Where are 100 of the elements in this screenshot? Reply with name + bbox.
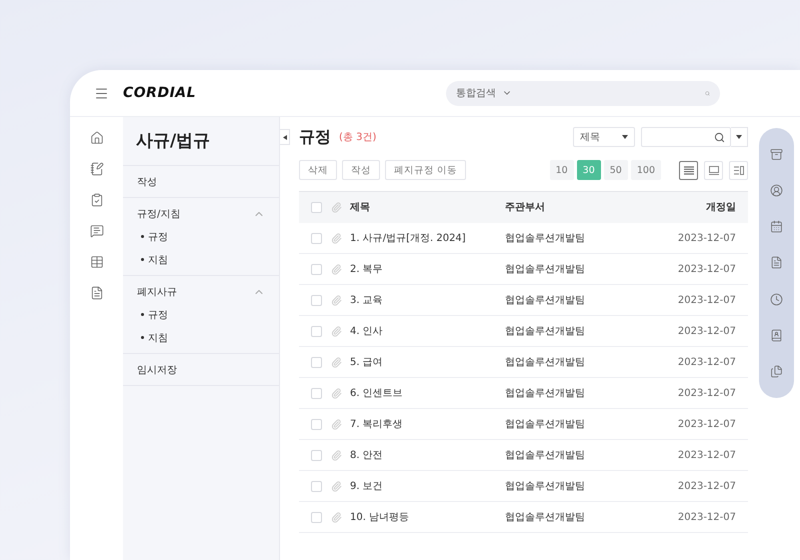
- checkbox[interactable]: [311, 450, 322, 460]
- document-icon[interactable]: [90, 286, 104, 300]
- checkbox[interactable]: [311, 326, 322, 336]
- column-header: 개정일: [705, 201, 736, 214]
- home-icon[interactable]: [90, 131, 104, 145]
- table-cell-text: 협업솔루션개발팀: [505, 418, 586, 431]
- title-cell[interactable]: 10. 남녀평등: [350, 510, 505, 524]
- table-cell-text: 협업솔루션개발팀: [505, 232, 586, 245]
- page-size-button[interactable]: 100: [630, 160, 661, 180]
- logo: CORDIAL: [123, 85, 196, 101]
- view-mode-button[interactable]: [679, 160, 698, 180]
- table-cell-text: 협업솔루션개발팀: [505, 387, 586, 400]
- title-cell[interactable]: 4. 인사: [350, 324, 505, 338]
- checkbox[interactable]: [311, 232, 322, 244]
- table-cell-text: 2023-12-07: [676, 450, 736, 460]
- sidebar-subitem[interactable]: 규정: [123, 225, 279, 248]
- table-cell-text: 2023-12-07: [676, 264, 736, 274]
- chat-icon[interactable]: [90, 224, 104, 238]
- paperclip-icon: [331, 388, 342, 398]
- title-cell[interactable]: 6. 인센트브: [350, 386, 505, 400]
- sidebar-item[interactable]: 규정/지침: [123, 202, 279, 225]
- user-circle-icon[interactable]: [770, 184, 783, 197]
- filter-select[interactable]: 제목: [573, 127, 635, 147]
- paperclip-icon: [331, 512, 342, 522]
- title-cell[interactable]: 5. 급여: [350, 355, 505, 369]
- search-field[interactable]: 통합검색: [446, 80, 720, 106]
- paperclip-icon: [331, 450, 342, 460]
- clipboard-check-icon[interactable]: [90, 193, 104, 207]
- search-icon: [714, 132, 725, 142]
- split-view-icon: [734, 166, 744, 174]
- page-title: 규정: [299, 126, 331, 148]
- title-cell[interactable]: 9. 보건: [350, 479, 505, 493]
- table-cell-text: 2023-12-07: [676, 480, 736, 492]
- title-cell[interactable]: 2. 복무: [350, 262, 505, 276]
- sidebar-subitem[interactable]: 지침: [123, 248, 279, 271]
- table-cell-text: 협업솔루션개발팀: [505, 263, 586, 276]
- table-cell-text: 협업솔루션개발팀: [505, 325, 586, 338]
- triangle-down-icon: [736, 135, 742, 139]
- table-cell-text: 2023-12-07: [676, 512, 736, 522]
- menu-button[interactable]: [94, 86, 109, 100]
- checkbox[interactable]: [311, 356, 322, 368]
- table-cell-text: 협업솔루션개발팀: [505, 480, 586, 493]
- triangle-left-icon: [282, 134, 286, 140]
- notebook-icon[interactable]: [90, 162, 104, 176]
- document-icon[interactable]: [770, 256, 783, 270]
- table-cell-text: 2023-12-07: [676, 418, 736, 430]
- checkbox[interactable]: [311, 418, 322, 430]
- title-cell[interactable]: 7. 복리후생: [350, 417, 505, 431]
- contact-book-icon[interactable]: [770, 329, 783, 342]
- search-scope-dropdown[interactable]: 통합검색: [456, 86, 512, 100]
- checkbox[interactable]: [311, 202, 322, 212]
- paperclip-icon: [331, 232, 342, 244]
- checkbox[interactable]: [311, 294, 322, 306]
- archive-icon[interactable]: [770, 148, 783, 161]
- list-view-icon: [684, 166, 694, 174]
- card-view-icon: [708, 166, 718, 174]
- bullet-icon: [141, 313, 144, 316]
- checkbox[interactable]: [311, 264, 322, 274]
- clock-icon[interactable]: [770, 292, 783, 306]
- table-cell-text: 2023-12-07: [676, 388, 736, 398]
- paperclip-icon: [331, 480, 342, 492]
- sidebar-title: 사규/법규: [123, 117, 279, 166]
- title-cell[interactable]: 8. 안전: [350, 448, 505, 462]
- paperclip-icon: [331, 202, 342, 212]
- dropdown-button[interactable]: [731, 127, 748, 147]
- page-size-button[interactable]: 50: [604, 160, 628, 180]
- action-button[interactable]: 삭제: [299, 160, 337, 180]
- table-cell-text: 협업솔루션개발팀: [505, 449, 586, 462]
- paperclip-icon: [331, 326, 342, 336]
- paperclip-icon: [331, 294, 342, 306]
- collapse-button[interactable]: [280, 129, 290, 145]
- bullet-icon: [141, 258, 144, 261]
- table-cell-text: 협업솔루션개발팀: [505, 511, 586, 524]
- sidebar-item[interactable]: 폐지사규: [123, 280, 279, 303]
- table-cell-text: 2023-12-07: [676, 294, 736, 306]
- sidebar-subitem[interactable]: 규정: [123, 303, 279, 326]
- paperclip-icon: [331, 418, 342, 430]
- column-header: 주관부서: [505, 201, 546, 214]
- sidebar-item[interactable]: 작성: [123, 170, 279, 193]
- column-header: 제목: [350, 201, 371, 214]
- table-cell-text: 협업솔루션개발팀: [505, 356, 586, 369]
- action-button[interactable]: 작성: [342, 160, 380, 180]
- search-field[interactable]: [641, 127, 731, 147]
- action-button[interactable]: 폐지규정 이동: [385, 160, 466, 180]
- paperclip-icon: [331, 264, 342, 274]
- table-icon[interactable]: [90, 255, 104, 269]
- title-cell[interactable]: 1. 사규/법규[개정. 2024]: [350, 231, 505, 245]
- calendar-icon[interactable]: [770, 220, 783, 234]
- table-cell-text: 2023-12-07: [676, 326, 736, 336]
- checkbox[interactable]: [311, 388, 322, 398]
- sidebar-item[interactable]: 임시저장: [123, 358, 279, 381]
- page-size-button[interactable]: 10: [550, 160, 574, 180]
- sidebar-subitem[interactable]: 지침: [123, 326, 279, 349]
- title-cell[interactable]: 3. 교육: [350, 293, 505, 307]
- item-count: (총 3건): [339, 131, 376, 144]
- paperclip-icon: [331, 356, 342, 368]
- checkbox[interactable]: [311, 480, 322, 492]
- table-cell-text: 협업솔루션개발팀: [505, 294, 586, 307]
- checkbox[interactable]: [311, 512, 322, 522]
- copy-icon[interactable]: [770, 365, 783, 378]
